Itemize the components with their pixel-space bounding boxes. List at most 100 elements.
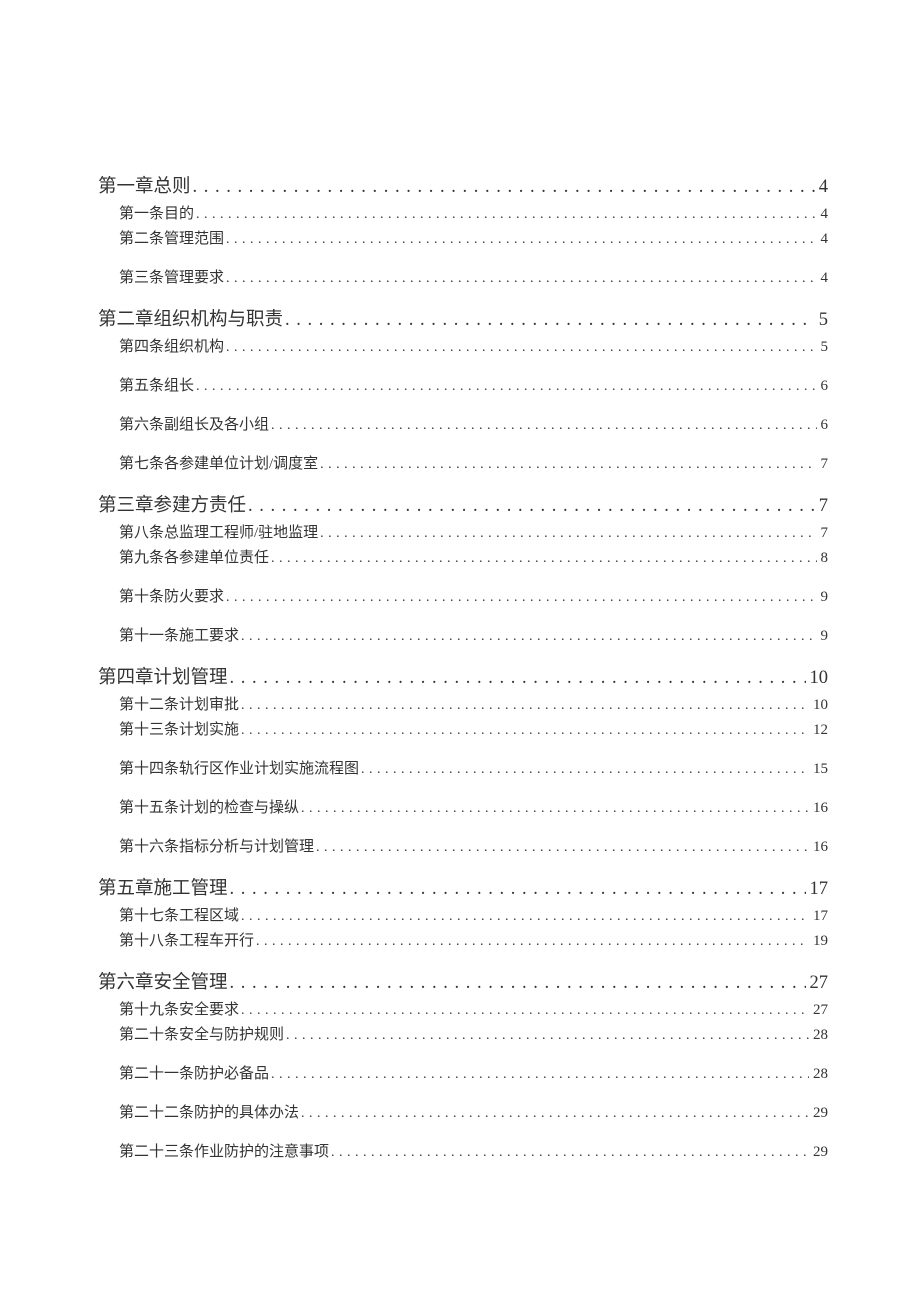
toc-entry-label: 第十六条指标分析与计划管理 bbox=[119, 835, 314, 856]
toc-leader-dots bbox=[196, 206, 816, 223]
toc-item: 第二条管理范围 4 bbox=[98, 227, 828, 248]
toc-entry-label: 第二十条安全与防护规则 bbox=[119, 1023, 284, 1044]
toc-entry-page: 7 bbox=[817, 496, 828, 517]
toc-item: 第十六条指标分析与计划管理 16 bbox=[98, 835, 828, 856]
toc-entry-page: 16 bbox=[811, 839, 828, 856]
toc-leader-dots bbox=[230, 879, 806, 900]
toc-entry-page: 28 bbox=[811, 1027, 828, 1044]
toc-entry-page: 19 bbox=[811, 933, 828, 950]
toc-leader-dots bbox=[230, 668, 806, 689]
toc-entry-label: 第十七条工程区域 bbox=[119, 904, 239, 925]
toc-leader-dots bbox=[226, 339, 816, 356]
toc-item: 第十四条轨行区作业计划实施流程图15 bbox=[98, 757, 828, 778]
toc-leader-dots bbox=[256, 933, 809, 950]
toc-entry-page: 4 bbox=[819, 270, 829, 287]
toc-entry-page: 6 bbox=[819, 417, 829, 434]
toc-leader-dots bbox=[241, 697, 809, 714]
toc-leader-dots bbox=[361, 761, 809, 778]
toc-entry-label: 第十二条计划审批 bbox=[119, 693, 239, 714]
toc-leader-dots bbox=[241, 1002, 809, 1019]
toc-item: 第二十三条作业防护的注意事项29 bbox=[98, 1140, 828, 1161]
toc-leader-dots bbox=[226, 231, 816, 248]
toc-item: 第九条各参建单位责任 8 bbox=[98, 546, 828, 567]
toc-item: 第五条组长6 bbox=[98, 374, 828, 395]
toc-entry-label: 第六章安全管理 bbox=[98, 968, 228, 994]
toc-chapter: 第五章施工管理 17 bbox=[98, 874, 828, 900]
toc-entry-page: 4 bbox=[819, 206, 829, 223]
toc-item: 第七条各参建单位计划/调度室7 bbox=[98, 452, 828, 473]
toc-item: 第二十一条防护必备品 28 bbox=[98, 1062, 828, 1083]
toc-entry-label: 第五条组长 bbox=[119, 374, 194, 395]
toc-leader-dots bbox=[241, 628, 816, 645]
toc-leader-dots bbox=[271, 1066, 809, 1083]
toc-entry-page: 12 bbox=[811, 722, 828, 739]
toc-chapter: 第四章计划管理10 bbox=[98, 663, 828, 689]
toc-leader-dots bbox=[271, 417, 816, 434]
toc-item: 第二十二条防护的具体办法29 bbox=[98, 1101, 828, 1122]
toc-chapter: 第二章组织机构与职责 5 bbox=[98, 305, 828, 331]
toc-entry-page: 10 bbox=[811, 697, 828, 714]
toc-entry-label: 第四章计划管理 bbox=[98, 663, 228, 689]
toc-item: 第十八条工程车开行19 bbox=[98, 929, 828, 950]
toc-entry-page: 29 bbox=[811, 1144, 828, 1161]
toc-leader-dots bbox=[226, 270, 816, 287]
toc-entry-page: 28 bbox=[811, 1066, 828, 1083]
toc-entry-label: 第四条组织机构 bbox=[119, 335, 224, 356]
toc-leader-dots bbox=[320, 456, 816, 473]
toc-item: 第十一条施工要求9 bbox=[98, 624, 828, 645]
toc-item: 第六条副组长及各小组 6 bbox=[98, 413, 828, 434]
toc-leader-dots bbox=[241, 722, 809, 739]
toc-chapter: 第三章参建方责任 7 bbox=[98, 491, 828, 517]
toc-entry-label: 第二章组织机构与职责 bbox=[98, 305, 283, 331]
toc-entry-page: 27 bbox=[808, 973, 829, 994]
toc-entry-label: 第十四条轨行区作业计划实施流程图 bbox=[119, 757, 359, 778]
toc-leader-dots bbox=[331, 1144, 809, 1161]
toc-leader-dots bbox=[316, 839, 809, 856]
toc-entry-label: 第一条目的 bbox=[119, 202, 194, 223]
toc-entry-page: 8 bbox=[819, 550, 829, 567]
toc-entry-label: 第五章施工管理 bbox=[98, 874, 228, 900]
toc-leader-dots bbox=[285, 310, 815, 331]
toc-entry-page: 4 bbox=[819, 231, 829, 248]
toc-leader-dots bbox=[230, 973, 806, 994]
toc-leader-dots bbox=[226, 589, 816, 606]
toc-item: 第八条总监理工程师/驻地监理 7 bbox=[98, 521, 828, 542]
toc-chapter: 第一章总则4 bbox=[98, 172, 828, 198]
toc-item: 第十九条安全要求 27 bbox=[98, 998, 828, 1019]
toc-entry-label: 第八条总监理工程师/驻地监理 bbox=[119, 521, 318, 542]
toc-entry-page: 7 bbox=[819, 525, 829, 542]
toc-entry-label: 第九条各参建单位责任 bbox=[119, 546, 269, 567]
toc-entry-label: 第三章参建方责任 bbox=[98, 491, 246, 517]
toc-leader-dots bbox=[241, 908, 809, 925]
toc-entry-page: 5 bbox=[819, 339, 829, 356]
toc-entry-page: 9 bbox=[819, 628, 829, 645]
toc-entry-label: 第三条管理要求 bbox=[119, 266, 224, 287]
table-of-contents: 第一章总则4第一条目的4第二条管理范围4第三条管理要求4第二章组织机构与职责5第… bbox=[98, 172, 828, 1161]
toc-item: 第二十条安全与防护规则 28 bbox=[98, 1023, 828, 1044]
toc-entry-label: 第十五条计划的检查与操纵 bbox=[119, 796, 299, 817]
toc-item: 第十七条工程区域 17 bbox=[98, 904, 828, 925]
toc-leader-dots bbox=[320, 525, 816, 542]
toc-entry-label: 第十九条安全要求 bbox=[119, 998, 239, 1019]
toc-entry-label: 第二条管理范围 bbox=[119, 227, 224, 248]
toc-item: 第十五条计划的检查与操纵 16 bbox=[98, 796, 828, 817]
toc-leader-dots bbox=[193, 177, 815, 198]
toc-chapter: 第六章安全管理 27 bbox=[98, 968, 828, 994]
toc-item: 第十三条计划实施12 bbox=[98, 718, 828, 739]
toc-leader-dots bbox=[248, 496, 815, 517]
toc-item: 第三条管理要求 4 bbox=[98, 266, 828, 287]
toc-entry-page: 9 bbox=[819, 589, 829, 606]
toc-entry-label: 第一章总则 bbox=[98, 172, 191, 198]
toc-entry-label: 第十条防火要求 bbox=[119, 585, 224, 606]
toc-leader-dots bbox=[301, 1105, 809, 1122]
toc-leader-dots bbox=[271, 550, 816, 567]
toc-entry-page: 17 bbox=[808, 879, 829, 900]
toc-entry-page: 16 bbox=[811, 800, 828, 817]
toc-entry-page: 27 bbox=[811, 1002, 828, 1019]
toc-entry-page: 17 bbox=[811, 908, 828, 925]
toc-entry-label: 第六条副组长及各小组 bbox=[119, 413, 269, 434]
toc-item: 第一条目的 4 bbox=[98, 202, 828, 223]
toc-leader-dots bbox=[286, 1027, 809, 1044]
toc-entry-page: 5 bbox=[817, 310, 828, 331]
toc-entry-label: 第二十一条防护必备品 bbox=[119, 1062, 269, 1083]
